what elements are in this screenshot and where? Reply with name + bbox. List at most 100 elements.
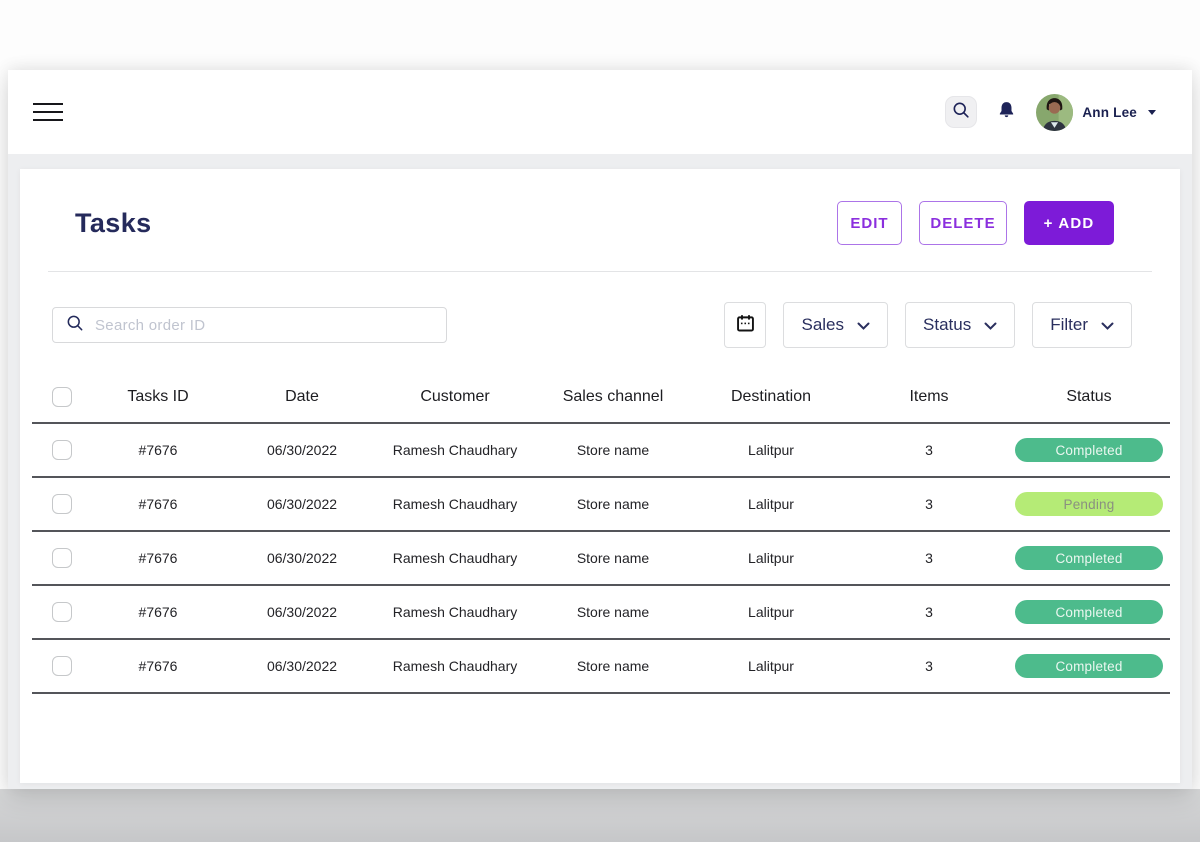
column-header: Sales channel [534, 388, 692, 406]
column-header: Date [228, 388, 376, 406]
cell-items: 3 [850, 442, 1008, 458]
cell-destination: Lalitpur [692, 496, 850, 512]
cell-date: 06/30/2022 [228, 442, 376, 458]
cell-date: 06/30/2022 [228, 550, 376, 566]
checkbox-cell [32, 548, 88, 568]
column-header: Status [1008, 388, 1170, 406]
row-checkbox[interactable] [52, 440, 72, 460]
cell-date: 06/30/2022 [228, 658, 376, 674]
card-header: Tasks EDIT DELETE + ADD [20, 169, 1180, 271]
cell-customer: Ramesh Chaudhary [376, 442, 534, 458]
notifications-button[interactable] [995, 98, 1018, 127]
topbar-search-button[interactable] [945, 96, 977, 128]
page-title: Tasks [75, 208, 152, 239]
table-body: #767606/30/2022Ramesh ChaudharyStore nam… [32, 424, 1170, 694]
delete-button[interactable]: DELETE [919, 201, 1007, 245]
table-row: #767606/30/2022Ramesh ChaudharyStore nam… [32, 640, 1170, 694]
cell-customer: Ramesh Chaudhary [376, 496, 534, 512]
status-badge: Completed [1015, 546, 1163, 570]
calendar-button[interactable] [724, 302, 766, 348]
select-all-checkbox[interactable] [52, 387, 72, 407]
cell-date: 06/30/2022 [228, 604, 376, 620]
cell-sales-channel: Store name [534, 550, 692, 566]
checkbox-cell [32, 440, 88, 460]
calendar-icon [735, 313, 756, 337]
cell-status: Completed [1008, 438, 1170, 462]
cell-sales-channel: Store name [534, 658, 692, 674]
cell-id: #7676 [88, 550, 228, 566]
checkbox-cell [32, 387, 88, 407]
cell-status: Completed [1008, 546, 1170, 570]
cell-id: #7676 [88, 658, 228, 674]
column-header: Tasks ID [88, 388, 228, 406]
cell-id: #7676 [88, 604, 228, 620]
cell-items: 3 [850, 550, 1008, 566]
column-header: Items [850, 388, 1008, 406]
status-badge: Completed [1015, 600, 1163, 624]
chevron-down-icon [1101, 315, 1114, 335]
search-input[interactable] [95, 317, 433, 334]
cell-customer: Ramesh Chaudhary [376, 604, 534, 620]
user-name: Ann Lee [1082, 105, 1137, 120]
avatar [1036, 94, 1073, 131]
status-dropdown-label: Status [923, 315, 971, 335]
add-button[interactable]: + ADD [1024, 201, 1114, 245]
cell-sales-channel: Store name [534, 442, 692, 458]
table-row: #767606/30/2022Ramesh ChaudharyStore nam… [32, 586, 1170, 640]
row-checkbox[interactable] [52, 494, 72, 514]
chevron-down-icon [857, 315, 870, 335]
column-header: Customer [376, 388, 534, 406]
checkbox-cell [32, 494, 88, 514]
sales-dropdown-label: Sales [801, 315, 844, 335]
cell-id: #7676 [88, 442, 228, 458]
table-row: #767606/30/2022Ramesh ChaudharyStore nam… [32, 478, 1170, 532]
row-checkbox[interactable] [52, 656, 72, 676]
cell-date: 06/30/2022 [228, 496, 376, 512]
status-dropdown[interactable]: Status [905, 302, 1015, 348]
filter-dropdown[interactable]: Filter [1032, 302, 1132, 348]
cell-sales-channel: Store name [534, 496, 692, 512]
cell-items: 3 [850, 496, 1008, 512]
status-badge: Pending [1015, 492, 1163, 516]
cell-customer: Ramesh Chaudhary [376, 658, 534, 674]
cell-status: Completed [1008, 600, 1170, 624]
table-header-row: Tasks IDDateCustomerSales channelDestina… [32, 372, 1170, 424]
sales-dropdown[interactable]: Sales [783, 302, 888, 348]
filter-dropdown-label: Filter [1050, 315, 1088, 335]
chevron-down-icon [1148, 110, 1156, 115]
search-icon [952, 101, 970, 124]
status-badge: Completed [1015, 438, 1163, 462]
hamburger-menu-icon[interactable] [33, 97, 63, 127]
profile-menu[interactable]: Ann Lee [1036, 94, 1156, 131]
chevron-down-icon [984, 315, 997, 335]
cell-destination: Lalitpur [692, 658, 850, 674]
cell-status: Completed [1008, 654, 1170, 678]
checkbox-cell [32, 602, 88, 622]
search-icon [66, 314, 84, 337]
page-background-band [0, 789, 1200, 842]
cell-items: 3 [850, 604, 1008, 620]
cell-status: Pending [1008, 492, 1170, 516]
cell-destination: Lalitpur [692, 604, 850, 620]
tasks-table: Tasks IDDateCustomerSales channelDestina… [32, 372, 1170, 694]
cell-id: #7676 [88, 496, 228, 512]
toolbar: Sales Status Filter [20, 272, 1180, 368]
cell-destination: Lalitpur [692, 550, 850, 566]
app-window: Ann Lee Tasks EDIT DELETE + ADD [8, 70, 1192, 789]
bell-icon [997, 100, 1016, 125]
row-checkbox[interactable] [52, 602, 72, 622]
checkbox-cell [32, 656, 88, 676]
cell-destination: Lalitpur [692, 442, 850, 458]
cell-items: 3 [850, 658, 1008, 674]
edit-button[interactable]: EDIT [837, 201, 902, 245]
cell-customer: Ramesh Chaudhary [376, 550, 534, 566]
table-row: #767606/30/2022Ramesh ChaudharyStore nam… [32, 424, 1170, 478]
status-badge: Completed [1015, 654, 1163, 678]
column-header: Destination [692, 388, 850, 406]
order-search-box[interactable] [52, 307, 447, 343]
table-row: #767606/30/2022Ramesh ChaudharyStore nam… [32, 532, 1170, 586]
topbar: Ann Lee [8, 70, 1192, 154]
cell-sales-channel: Store name [534, 604, 692, 620]
row-checkbox[interactable] [52, 548, 72, 568]
tasks-card: Tasks EDIT DELETE + ADD [20, 169, 1180, 783]
